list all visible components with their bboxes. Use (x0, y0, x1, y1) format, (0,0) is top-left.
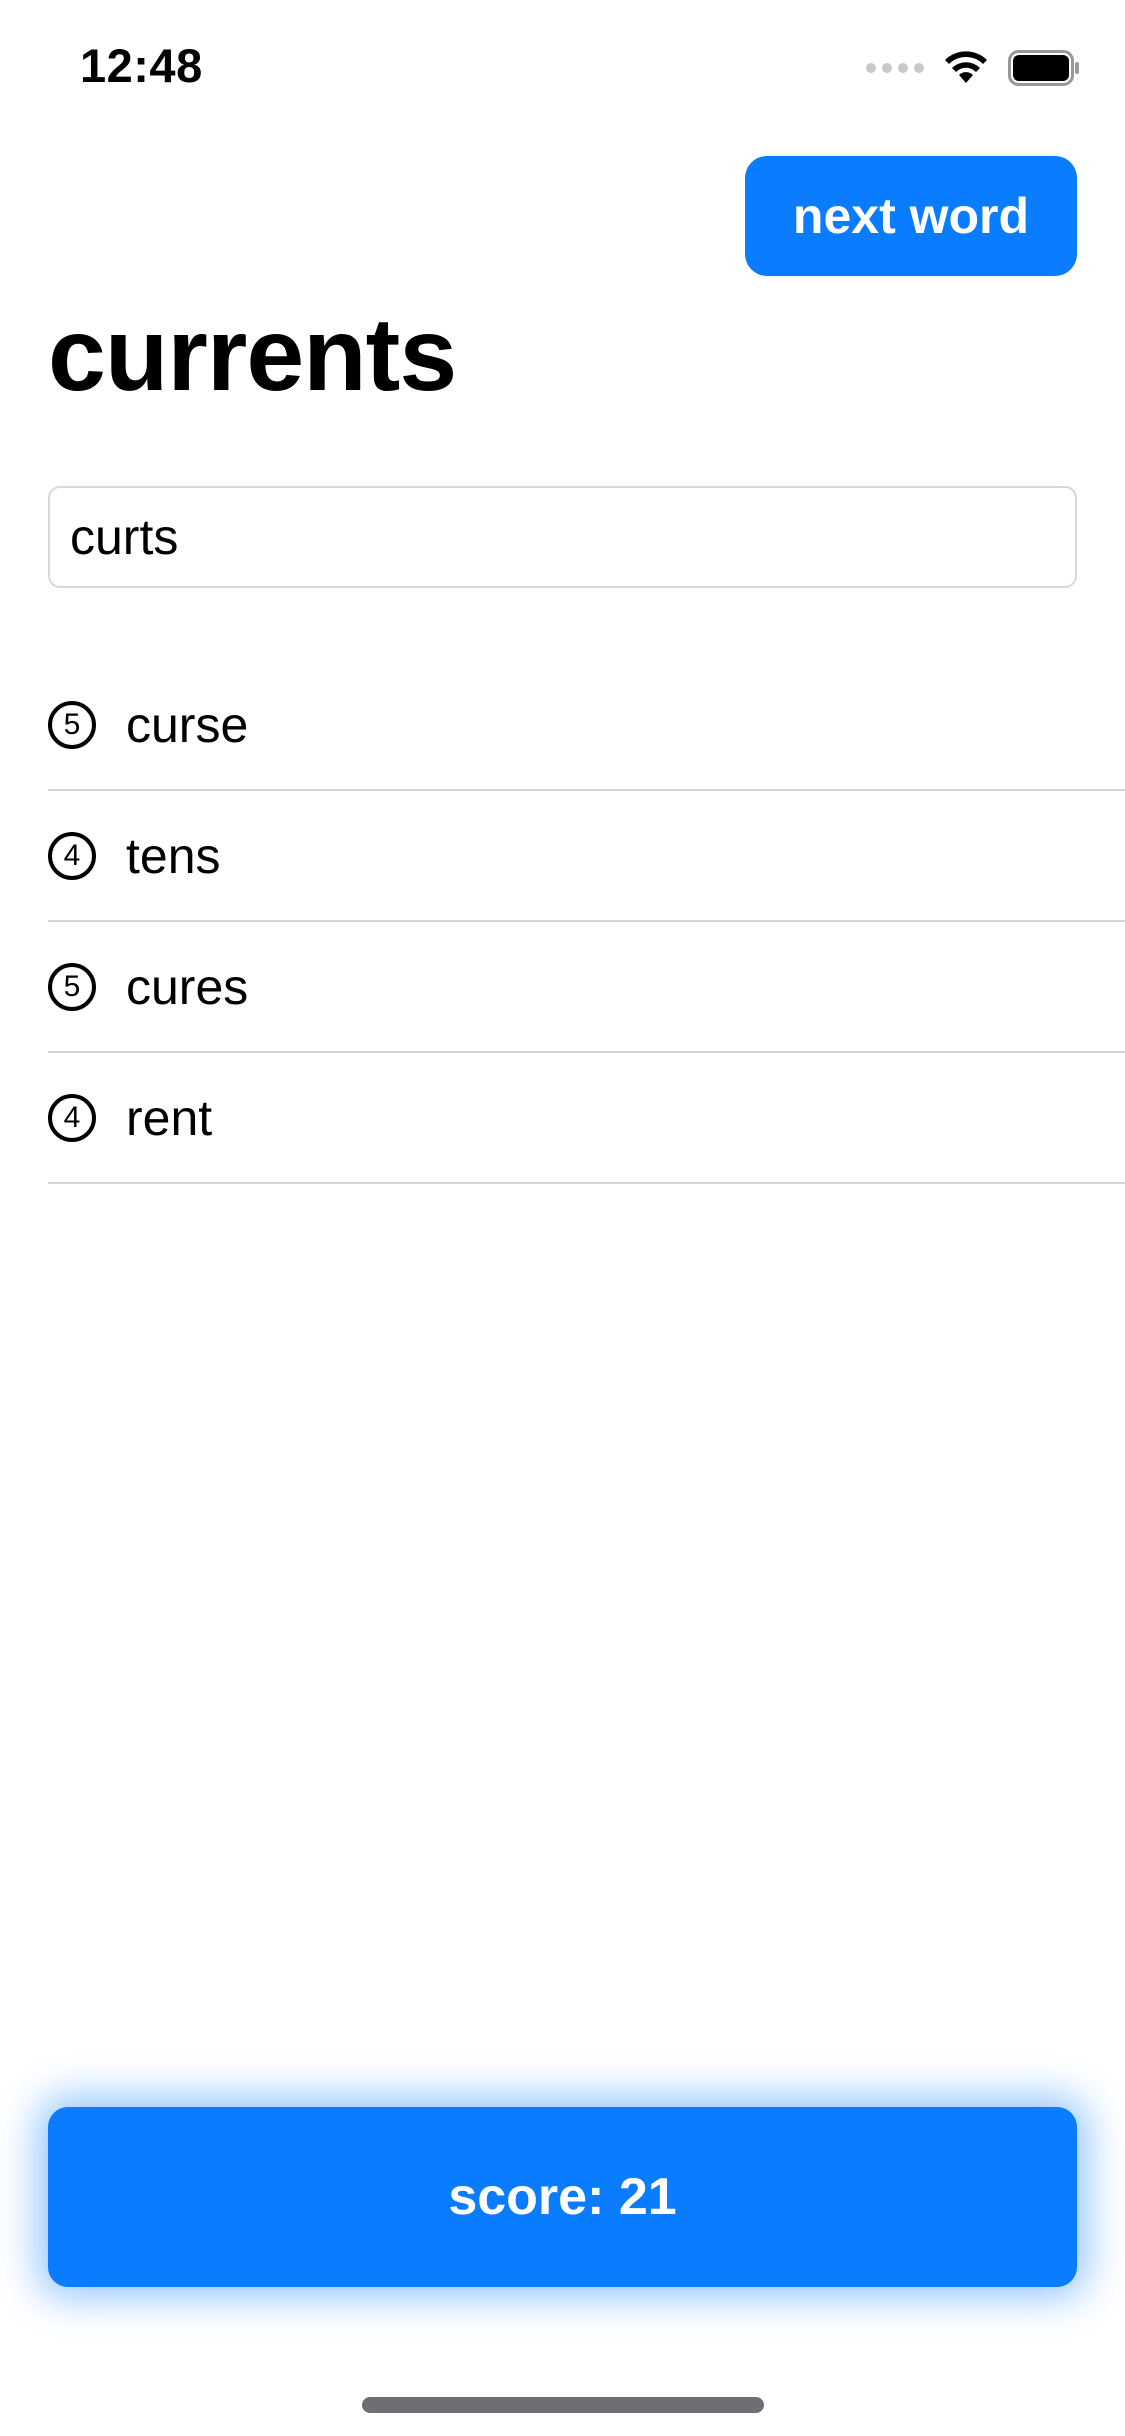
home-indicator[interactable] (362, 2397, 764, 2413)
used-word-text: cures (126, 958, 249, 1015)
status-time: 12:48 (80, 39, 203, 92)
list-item: 4 tens (48, 791, 1125, 922)
word-input[interactable] (48, 486, 1077, 588)
score-button[interactable]: score: 21 (48, 2107, 1077, 2287)
letter-count-icon: 5 (48, 700, 96, 749)
list-item: 4 rent (48, 1053, 1125, 1184)
used-word-text: curse (126, 696, 249, 753)
cellular-signal-icon (866, 63, 924, 73)
list-item: 5 cures (48, 922, 1125, 1053)
letter-count-icon: 5 (48, 962, 96, 1011)
battery-icon (1008, 50, 1079, 86)
used-word-text: rent (126, 1089, 213, 1146)
letter-count-icon: 4 (48, 831, 96, 880)
next-word-button[interactable]: next word (745, 156, 1077, 276)
wifi-icon (945, 51, 987, 83)
status-bar: 12:48 (0, 0, 1125, 132)
letter-count-icon: 4 (48, 1093, 96, 1142)
list-item: 5 curse (48, 660, 1125, 791)
status-icons (866, 48, 1080, 88)
used-word-text: tens (126, 827, 221, 884)
used-words-list: 5 curse 4 tens 5 cures 4 rent (48, 660, 1125, 1184)
root-word-title: currents (48, 297, 457, 413)
